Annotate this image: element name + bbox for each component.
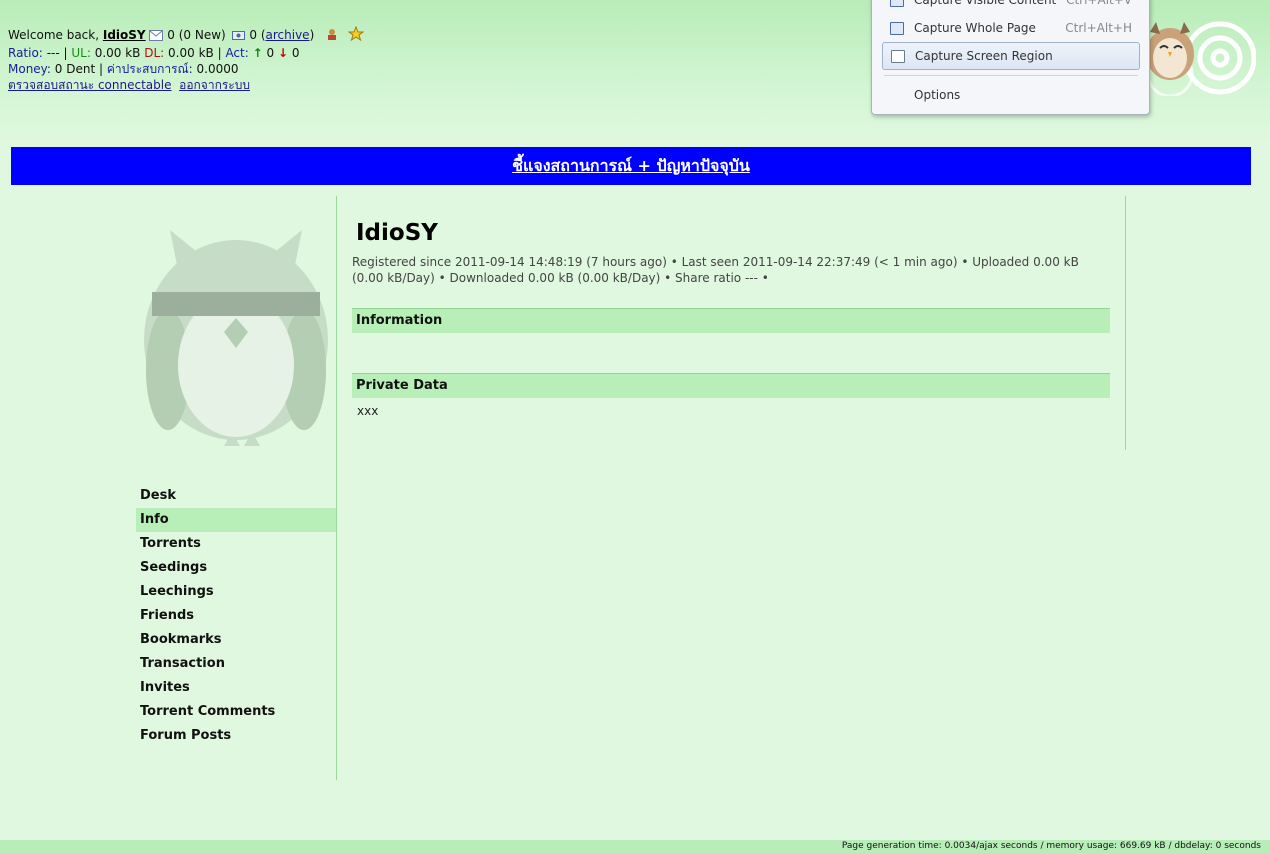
sidebar-item-bookmarks[interactable]: Bookmarks — [136, 628, 336, 652]
sidebar-item-torrent-comments[interactable]: Torrent Comments — [136, 700, 336, 724]
private-data-header: Private Data — [352, 373, 1110, 398]
user-icon[interactable] — [326, 28, 338, 45]
welcome-panel: Welcome back, IdioSY 0 (0 New) 0 (archiv… — [8, 25, 365, 93]
sidebar-item-transaction[interactable]: Transaction — [136, 652, 336, 676]
sidebar-item-seedings[interactable]: Seedings — [136, 556, 336, 580]
page-title: IdioSY — [356, 220, 438, 246]
sidebar-item-torrents[interactable]: Torrents — [136, 532, 336, 556]
sidebar-item-desk[interactable]: Desk — [136, 484, 336, 508]
connectable-link[interactable]: ตรวจสอบสถานะ connectable — [8, 78, 171, 92]
announcement-banner: ชี้แจงสถานการณ์ + ปัญหาปัจจุบัน — [11, 147, 1251, 185]
money-label: Money: — [8, 62, 51, 76]
avatar — [140, 220, 332, 451]
announcement-link[interactable]: ชี้แจงสถานการณ์ + ปัญหาปัจจุบัน — [512, 156, 750, 175]
information-header: Information — [352, 308, 1110, 333]
menu-item-options[interactable]: Options — [882, 82, 1138, 108]
logout-link[interactable]: ออกจากระบบ — [179, 78, 250, 92]
profile-meta: Registered since 2011-09-14 14:48:19 (7 … — [352, 255, 1079, 285]
site-logo[interactable] — [1136, 14, 1257, 98]
menu-item-shortcut: Ctrl+Alt+V — [1066, 0, 1132, 7]
menu-item-label: Capture Whole Page — [914, 21, 1036, 35]
ul-value: 0.00 kB — [94, 46, 141, 60]
private-data-value: xxx — [357, 404, 379, 418]
sidebar-item-forum-posts[interactable]: Forum Posts — [136, 724, 336, 748]
money-value: 0 Dent — [54, 62, 96, 76]
sidebar-item-leechings[interactable]: Leechings — [136, 580, 336, 604]
capture-region-icon — [891, 50, 905, 63]
menu-item-label: Capture Screen Region — [915, 49, 1053, 63]
menu-item-label: Options — [914, 88, 961, 102]
menu-item-label: Capture Visible Content — [914, 0, 1057, 7]
capture-context-menu: Capture Visible Content Ctrl+Alt+V Captu… — [871, 0, 1150, 115]
ratio-label: Ratio: — [8, 46, 43, 60]
inbox-count: 0 — [249, 28, 258, 42]
dl-value: 0.00 kB — [168, 46, 214, 60]
page-generation-info: Page generation time: 0.0034/ajax second… — [841, 841, 1261, 851]
inbox-icon[interactable] — [230, 29, 246, 45]
exp-label: ค่าประสบการณ์: — [106, 62, 193, 76]
stats-row: Ratio: --- | UL: 0.00 kB DL: 0.00 kB | A… — [8, 46, 300, 60]
exp-value: 0.0000 — [196, 62, 239, 76]
menu-item-capture-visible[interactable]: Capture Visible Content Ctrl+Alt+V — [882, 0, 1138, 13]
menu-separator — [884, 75, 1138, 76]
sidebar: Desk Info Torrents Seedings Leechings Fr… — [136, 196, 337, 780]
profile-menu: Desk Info Torrents Seedings Leechings Fr… — [136, 484, 336, 748]
act-down-count: 0 — [291, 46, 300, 60]
act-up-count: 0 — [266, 46, 275, 60]
capture-page-icon — [890, 22, 904, 35]
welcome-row: Welcome back, IdioSY 0 (0 New) 0 (archiv… — [8, 25, 365, 45]
username-link[interactable]: IdioSY — [103, 28, 146, 42]
ratio-value: --- — [46, 46, 60, 60]
sidebar-item-info[interactable]: Info — [136, 508, 336, 532]
sidebar-item-invites[interactable]: Invites — [136, 676, 336, 700]
welcome-label: Welcome back, — [8, 28, 100, 42]
menu-item-capture-whole-page[interactable]: Capture Whole Page Ctrl+Alt+H — [882, 15, 1138, 41]
star-icon[interactable] — [347, 25, 365, 45]
ul-label: UL: — [71, 46, 91, 60]
footer: Page generation time: 0.0034/ajax second… — [0, 840, 1270, 854]
capture-visible-icon — [890, 0, 904, 7]
arrow-down-icon: ↓ — [277, 46, 289, 60]
mail-icon[interactable] — [149, 29, 164, 45]
archive-link[interactable]: archive — [266, 28, 310, 42]
menu-item-capture-region[interactable]: Capture Screen Region — [882, 42, 1140, 70]
sidebar-item-friends[interactable]: Friends — [136, 604, 336, 628]
money-row: Money: 0 Dent | ค่าประสบการณ์: 0.0000 — [8, 62, 239, 76]
dl-label: DL: — [144, 46, 165, 60]
profile-content: IdioSY Registered since 2011-09-14 14:48… — [352, 196, 1110, 418]
content-divider — [1125, 196, 1126, 450]
act-label: Act: — [225, 46, 249, 60]
arrow-up-icon: ↑ — [252, 46, 263, 60]
links-row: ตรวจสอบสถานะ connectable ออกจากระบบ — [8, 77, 364, 93]
menu-item-shortcut: Ctrl+Alt+H — [1065, 21, 1132, 35]
messages-count: 0 (0 New) — [167, 28, 226, 42]
